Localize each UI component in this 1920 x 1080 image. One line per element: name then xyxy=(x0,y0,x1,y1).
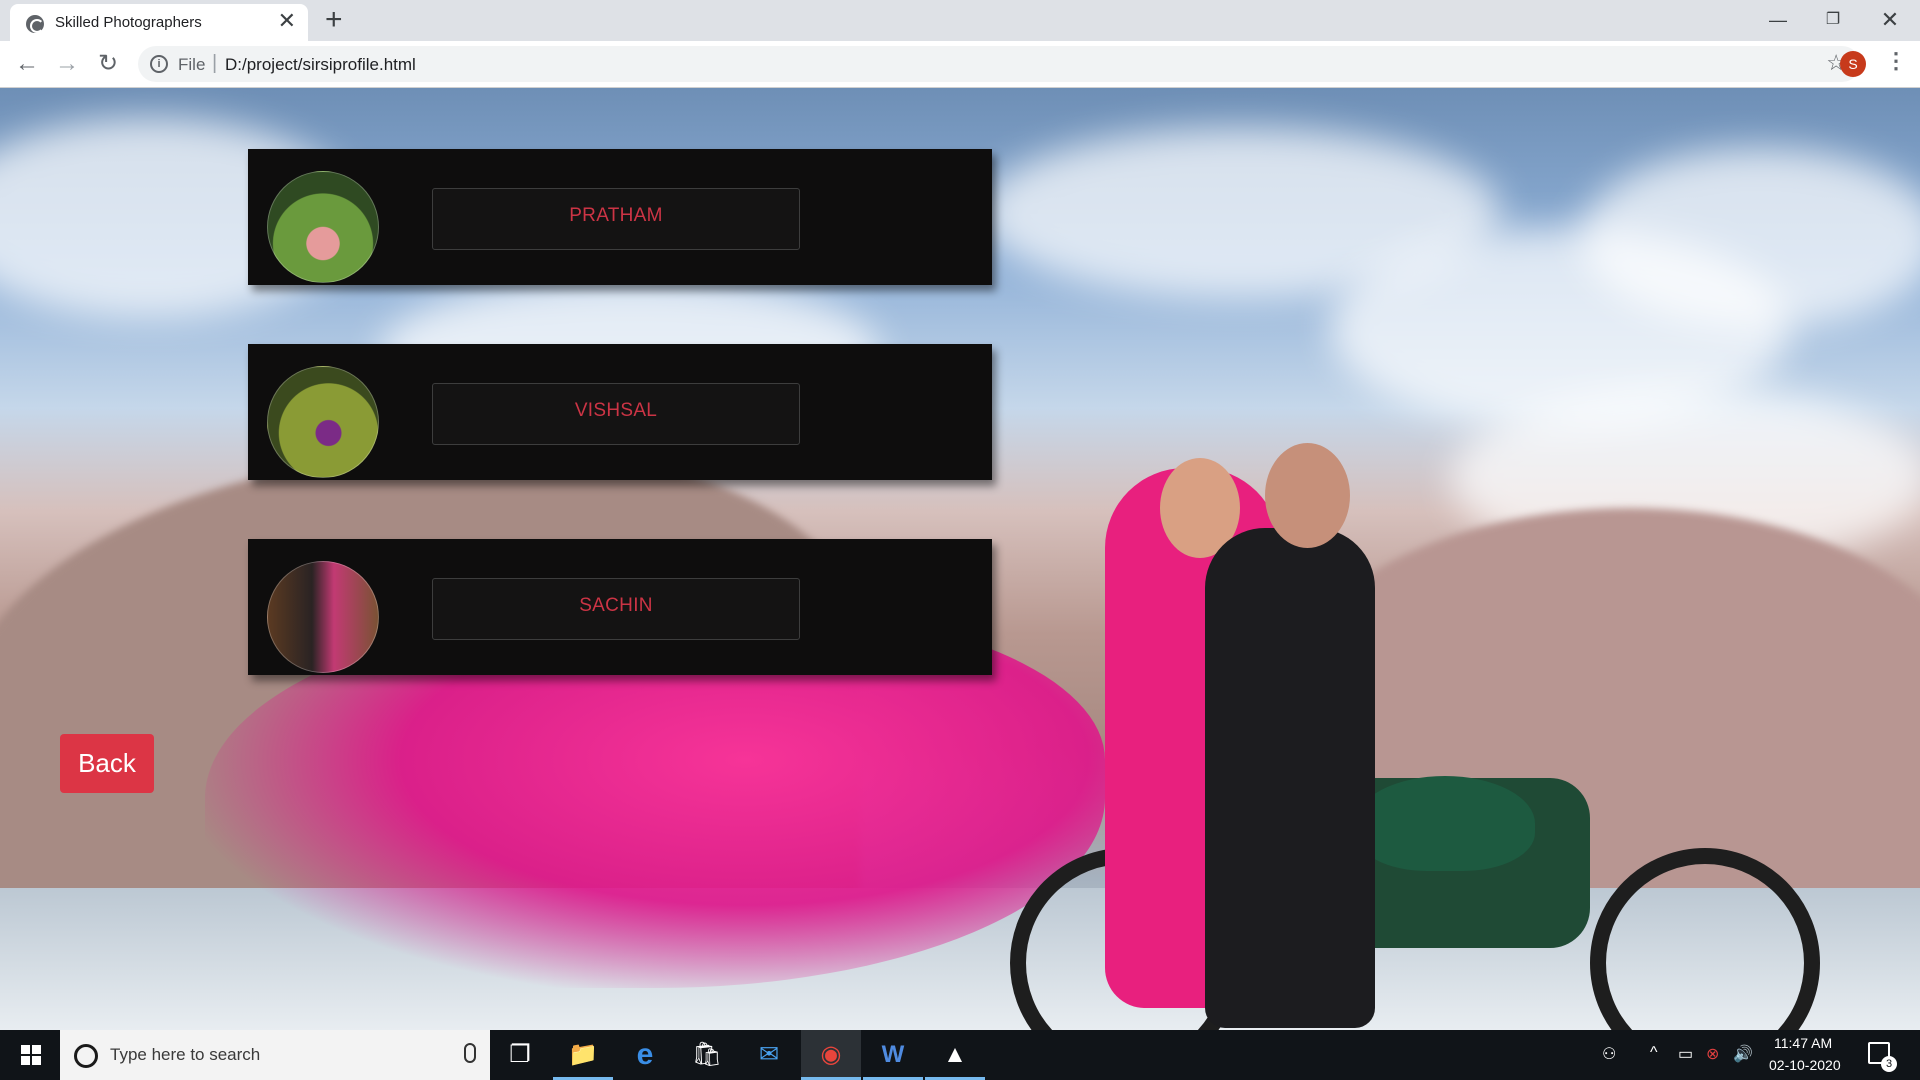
tab-title: Skilled Photographers xyxy=(55,14,202,31)
new-tab-button[interactable]: + xyxy=(325,3,343,37)
couple-photo-icon xyxy=(267,561,379,673)
microphone-icon[interactable] xyxy=(464,1043,476,1063)
clock-time[interactable]: 11:47 AM xyxy=(1774,1035,1832,1051)
chrome-icon[interactable]: ◉ xyxy=(801,1030,861,1080)
taskbar: Type here to search ❐ 📁 e 🛍 ✉ ◉ W ▲ ⚇ ^ … xyxy=(0,1030,1920,1080)
store-icon[interactable]: 🛍 xyxy=(677,1030,737,1080)
url-scheme-label: File xyxy=(178,55,206,74)
people-icon[interactable]: ⚇ xyxy=(1602,1044,1616,1064)
close-tab-icon[interactable]: ✕ xyxy=(278,10,296,32)
notification-count-badge: 3 xyxy=(1881,1056,1897,1072)
photos-icon[interactable]: ▲ xyxy=(925,1030,985,1080)
start-button[interactable] xyxy=(0,1030,60,1080)
taskbar-search[interactable]: Type here to search xyxy=(60,1030,490,1080)
back-button[interactable]: Back xyxy=(60,734,154,793)
back-arrow-icon[interactable]: ← xyxy=(10,47,44,81)
search-placeholder: Type here to search xyxy=(110,1045,261,1064)
photographer-name-button[interactable]: PRATHAM xyxy=(432,188,800,250)
photographer-name-button[interactable]: SACHIN xyxy=(432,578,800,640)
address-bar[interactable]: i File | D:/project/sirsiprofile.html ☆ xyxy=(138,46,1860,82)
forward-arrow-icon[interactable]: → xyxy=(50,47,84,81)
cortana-icon xyxy=(74,1044,98,1068)
restore-button[interactable]: ❐ xyxy=(1805,2,1861,38)
photographer-card: SACHIN xyxy=(248,539,992,675)
page-viewport: PRATHAM VISHSAL SACHIN Back xyxy=(0,88,1920,1030)
battery-icon[interactable]: ▭ xyxy=(1678,1044,1693,1064)
info-icon[interactable]: i xyxy=(150,55,168,73)
couple-photo-icon xyxy=(267,366,379,478)
chevron-up-icon[interactable]: ^ xyxy=(1650,1044,1658,1062)
close-window-button[interactable]: ✕ xyxy=(1862,2,1918,38)
network-icon[interactable]: ⊗ xyxy=(1706,1044,1719,1064)
reload-icon[interactable]: ↻ xyxy=(91,47,125,81)
browser-toolbar: ← → ↻ i File | D:/project/sirsiprofile.h… xyxy=(0,41,1920,88)
clock-date[interactable]: 02-10-2020 xyxy=(1769,1057,1841,1073)
minimize-button[interactable]: — xyxy=(1750,2,1806,38)
couple-photo-icon xyxy=(267,171,379,283)
url-text[interactable]: D:/project/sirsiprofile.html xyxy=(225,55,416,75)
globe-icon xyxy=(26,15,44,33)
word-icon[interactable]: W xyxy=(863,1030,923,1080)
windows-logo-icon xyxy=(21,1045,41,1065)
photographer-card: VISHSAL xyxy=(248,344,992,480)
url-separator: | xyxy=(212,52,218,74)
file-explorer-icon[interactable]: 📁 xyxy=(553,1030,613,1080)
photographer-card: PRATHAM xyxy=(248,149,992,285)
browser-tab[interactable]: Skilled Photographers ✕ xyxy=(10,4,308,41)
profile-avatar[interactable]: S xyxy=(1840,51,1866,77)
edge-icon[interactable]: e xyxy=(615,1030,675,1080)
photographer-name-button[interactable]: VISHSAL xyxy=(432,383,800,445)
task-view-icon[interactable]: ❐ xyxy=(490,1030,550,1080)
tab-strip: Skilled Photographers ✕ + — ❐ ✕ xyxy=(0,0,1920,41)
browser-menu-icon[interactable]: ⋮ xyxy=(1885,48,1907,74)
volume-icon[interactable]: 🔊 xyxy=(1733,1044,1753,1064)
mail-icon[interactable]: ✉ xyxy=(739,1030,799,1080)
